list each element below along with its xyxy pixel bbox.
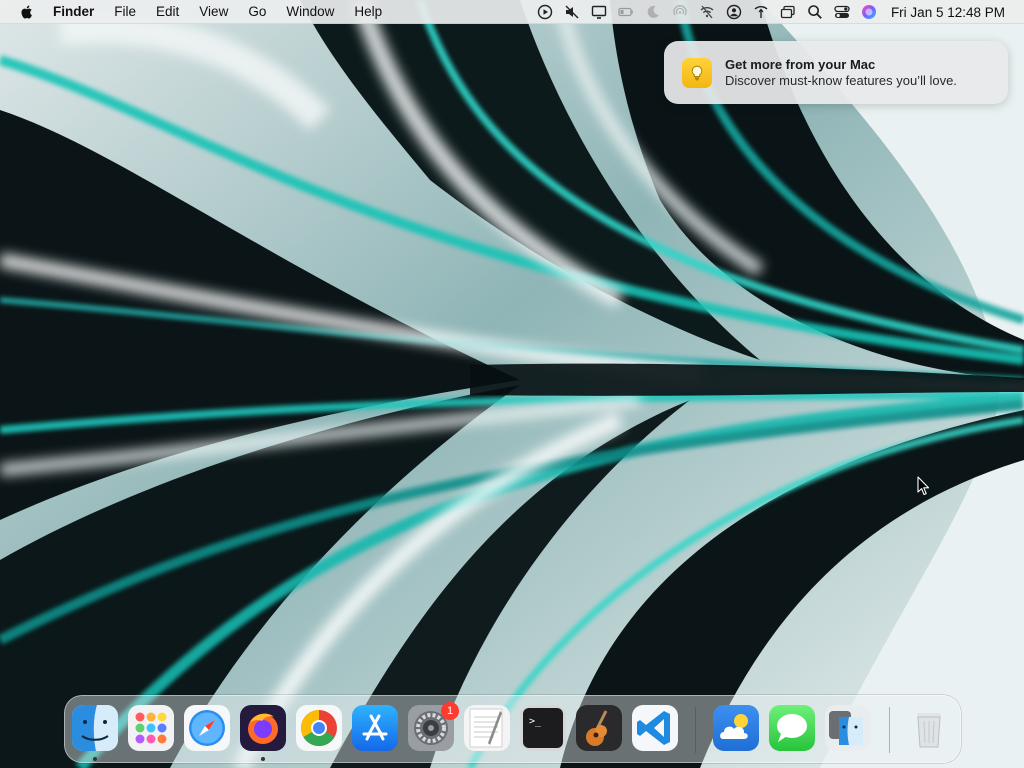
menu-app-name[interactable]: Finder — [53, 0, 104, 24]
textedit-icon[interactable] — [464, 705, 510, 751]
menu-window[interactable]: Window — [276, 0, 344, 24]
menu-edit[interactable]: Edit — [146, 0, 189, 24]
notification-banner[interactable]: Get more from your Mac Discover must-kno… — [664, 41, 1008, 104]
notification-title: Get more from your Mac — [725, 57, 876, 72]
menu-clock[interactable]: Fri Jan 5 12:48 PM — [891, 5, 1005, 20]
control-center-icon[interactable] — [833, 3, 851, 21]
mute-icon[interactable] — [563, 3, 581, 21]
window-icon[interactable] — [779, 3, 797, 21]
svg-text:>_: >_ — [529, 716, 542, 727]
safari-icon[interactable] — [184, 705, 230, 751]
finder-icon[interactable] — [72, 705, 118, 751]
status-menus: Fri Jan 5 12:48 PM — [532, 0, 1024, 24]
menu-go[interactable]: Go — [238, 0, 276, 24]
vpn-icon[interactable] — [752, 3, 770, 21]
desktop-wallpaper[interactable] — [0, 0, 1024, 768]
search-icon[interactable] — [806, 3, 824, 21]
user-icon[interactable] — [725, 3, 743, 21]
apple-logo-icon[interactable] — [18, 3, 36, 21]
dock-separator — [889, 707, 890, 753]
app-store-icon[interactable] — [352, 705, 398, 751]
launchpad-icon[interactable] — [128, 705, 174, 751]
garageband-icon[interactable] — [576, 705, 622, 751]
migration-assistant-icon[interactable] — [825, 705, 871, 751]
menu-file[interactable]: File — [104, 0, 146, 24]
weather-icon[interactable] — [713, 705, 759, 751]
airdrop-icon[interactable] — [671, 3, 689, 21]
display-icon[interactable] — [590, 3, 608, 21]
moon-icon[interactable] — [644, 3, 662, 21]
running-indicator — [93, 757, 97, 761]
vscode-icon[interactable] — [632, 705, 678, 751]
terminal-icon[interactable]: >_ — [520, 705, 566, 751]
notification-badge: 1 — [441, 702, 459, 720]
chrome-icon[interactable] — [296, 705, 342, 751]
menu-bar: Finder File Edit View Go Window Help Fri… — [0, 0, 1024, 24]
lightbulb-icon — [682, 58, 712, 88]
trash-icon[interactable] — [906, 705, 952, 751]
dock-separator — [695, 707, 696, 753]
wifi-off-icon[interactable] — [698, 3, 716, 21]
menu-help[interactable]: Help — [344, 0, 392, 24]
mouse-pointer-icon — [917, 476, 929, 496]
battery-icon[interactable] — [617, 3, 635, 21]
siri-icon[interactable] — [860, 3, 878, 21]
running-indicator — [261, 757, 265, 761]
firefox-icon[interactable] — [240, 705, 286, 751]
messages-icon[interactable] — [769, 705, 815, 751]
notification-body: Discover must-know features you’ll love. — [725, 73, 957, 88]
play-circle-icon[interactable] — [536, 3, 554, 21]
menu-view[interactable]: View — [189, 0, 238, 24]
